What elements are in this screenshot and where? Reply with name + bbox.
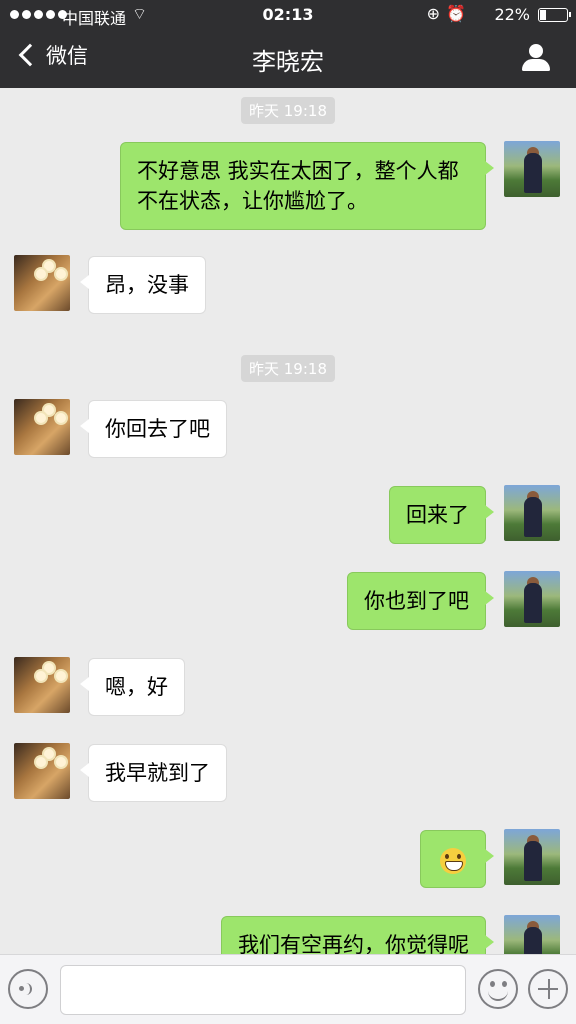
profile-icon[interactable] [522, 44, 550, 72]
message-bubble-outgoing[interactable]: 回来了 [389, 486, 494, 544]
message-bubble-incoming[interactable]: 你回去了吧 [80, 400, 227, 458]
voice-icon[interactable] [8, 969, 48, 1009]
plus-icon[interactable] [528, 969, 568, 1009]
input-bar [0, 954, 576, 1024]
message-input[interactable] [60, 965, 466, 1015]
my-avatar[interactable] [504, 141, 560, 197]
my-avatar[interactable] [504, 915, 560, 954]
my-avatar[interactable] [504, 485, 560, 541]
chat-title: 李晓宏 [252, 48, 324, 76]
status-icons: ⊕⏰ [427, 4, 472, 23]
top-bar: 中国联通 ⌔ 02:13 ⊕⏰ 22% 微信 李晓宏 [0, 0, 576, 88]
status-bar: 中国联通 ⌔ 02:13 ⊕⏰ 22% [0, 0, 576, 30]
message-bubble-outgoing[interactable] [420, 830, 494, 888]
message-bubble-incoming[interactable]: 嗯，好 [80, 658, 185, 716]
friend-avatar[interactable] [14, 399, 70, 455]
friend-avatar[interactable] [14, 743, 70, 799]
timestamp: 昨天 19:18 [0, 97, 576, 124]
grin-emoji-icon [440, 848, 466, 874]
friend-avatar[interactable] [14, 657, 70, 713]
message-bubble-incoming[interactable]: 我早就到了 [80, 744, 227, 802]
chat-area[interactable]: 昨天 19:18 不好意思 我实在太困了，整个人都不在状态，让你尴尬了。 昂，没… [0, 88, 576, 954]
message-bubble-incoming[interactable]: 昂，没事 [80, 256, 206, 314]
alarm-icon: ⏰ [446, 4, 472, 23]
my-avatar[interactable] [504, 829, 560, 885]
status-time: 02:13 [262, 5, 314, 24]
lock-rotation-icon: ⊕ [426, 4, 447, 23]
emoji-icon[interactable] [478, 969, 518, 1009]
timestamp: 昨天 19:18 [0, 355, 576, 382]
message-bubble-outgoing[interactable]: 我们有空再约，你觉得呢 [221, 916, 494, 954]
nav-bar: 微信 李晓宏 [0, 30, 576, 88]
message-bubble-outgoing[interactable]: 你也到了吧 [347, 572, 494, 630]
my-avatar[interactable] [504, 571, 560, 627]
battery-icon [538, 8, 571, 22]
battery-percent: 22% [494, 5, 530, 24]
friend-avatar[interactable] [14, 255, 70, 311]
message-bubble-outgoing[interactable]: 不好意思 我实在太困了，整个人都不在状态，让你尴尬了。 [120, 142, 494, 230]
